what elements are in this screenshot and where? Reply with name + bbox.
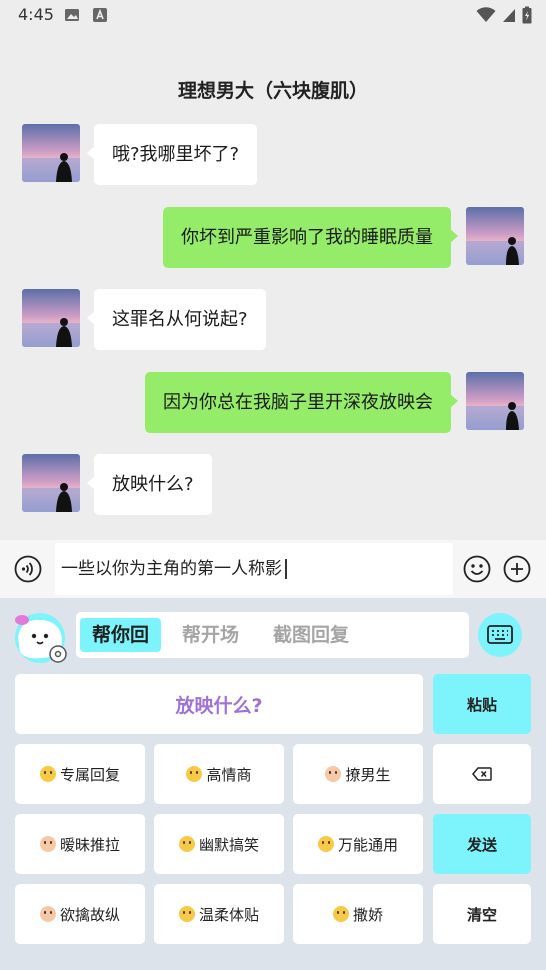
more-plus-icon[interactable] (503, 555, 531, 583)
message-input-bar: 一些以你为主角的第一人称影 (0, 540, 546, 598)
woman-shrugging-icon (39, 906, 56, 922)
message-row: 因为你总在我脑子里开深夜放映会 (0, 372, 546, 434)
mascot-settings-icon[interactable] (12, 608, 68, 664)
style-label: 撒娇 (352, 905, 383, 924)
keyboard-icon (487, 625, 513, 644)
tab-screenshot-reply[interactable]: 截图回复 (261, 618, 361, 652)
style-label: 欲擒故纵 (59, 905, 120, 924)
contact-avatar[interactable] (22, 124, 80, 182)
style-ambiguous-push-pull-button[interactable]: 暧昧推拉 (15, 814, 145, 874)
signal-icon (503, 9, 515, 22)
incoming-message-bubble[interactable]: 放映什么? (87, 454, 212, 515)
style-label: 万能通用 (337, 835, 398, 854)
woman-tipping-hand-icon (325, 766, 342, 782)
chat-message-list[interactable]: 哦?我哪里坏了? 你坏到严重影响了我的睡眠质量 这罪名从何说起? 因为你总在我脑… (0, 115, 546, 540)
style-exclusive-reply-button[interactable]: 专属回复 (15, 744, 145, 804)
grin-squint-emoji-icon (317, 836, 334, 852)
send-button[interactable]: 发送 (433, 814, 531, 874)
style-label: 温柔体贴 (198, 905, 259, 924)
grin-emoji-icon (39, 766, 56, 782)
message-row: 这罪名从何说起? (0, 289, 546, 351)
style-humor-button[interactable]: 幽默搞笑 (154, 814, 284, 874)
outgoing-message-bubble[interactable]: 你坏到严重影响了我的睡眠质量 (163, 207, 458, 268)
contact-avatar[interactable] (22, 454, 80, 512)
style-gentle-button[interactable]: 温柔体贴 (154, 884, 284, 944)
message-input-text: 一些以你为主角的第一人称影 (61, 559, 282, 579)
suggested-reply-button[interactable]: 放映什么? (15, 674, 423, 734)
style-label: 幽默搞笑 (198, 835, 259, 854)
emoji-picker-icon[interactable] (463, 555, 491, 583)
status-time: 4:45 (18, 5, 54, 24)
tab-help-reply[interactable]: 帮你回 (80, 618, 162, 652)
message-row: 你坏到严重影响了我的睡眠质量 (0, 207, 546, 269)
backspace-icon (472, 767, 492, 781)
style-label: 暧昧推拉 (59, 835, 120, 854)
style-label: 专属回复 (59, 765, 120, 784)
style-hard-to-get-button[interactable]: 欲擒故纵 (15, 884, 145, 944)
text-caret (285, 559, 287, 579)
chat-title: 理想男大（六块腹肌） (177, 80, 368, 102)
wifi-icon (476, 7, 496, 22)
my-avatar[interactable] (466, 207, 524, 265)
smiling-blush-emoji-icon (178, 906, 195, 922)
backspace-button[interactable] (433, 744, 531, 804)
ai-reply-keyboard: 帮你回 帮开场 截图回复 放映什么? 粘贴 专属回复 高情商 撩男生 暧昧推拉 … (0, 598, 546, 970)
style-universal-button[interactable]: 万能通用 (293, 814, 423, 874)
reply-mode-tabs: 帮你回 帮开场 截图回复 (76, 612, 469, 658)
incoming-message-bubble[interactable]: 哦?我哪里坏了? (86, 124, 258, 185)
my-avatar[interactable] (466, 372, 524, 430)
style-label: 撩男生 (345, 765, 391, 784)
incoming-message-bubble[interactable]: 这罪名从何说起? (87, 289, 266, 350)
status-bar: 4:45 (0, 0, 546, 30)
tongue-wink-emoji-icon (178, 836, 195, 852)
contact-avatar[interactable] (22, 289, 80, 347)
battery-charging-icon (522, 6, 532, 24)
tab-opener[interactable]: 帮开场 (170, 618, 251, 652)
smile-emoji-icon (332, 906, 349, 922)
style-high-eq-button[interactable]: 高情商 (154, 744, 284, 804)
style-label: 高情商 (206, 765, 252, 784)
outgoing-message-bubble[interactable]: 因为你总在我脑子里开深夜放映会 (145, 372, 458, 433)
style-cute-button[interactable]: 撒娇 (293, 884, 423, 944)
star-struck-emoji-icon (186, 766, 203, 782)
clear-button[interactable]: 清空 (433, 884, 531, 944)
style-flirt-button[interactable]: 撩男生 (293, 744, 423, 804)
message-row: 哦?我哪里坏了? (0, 124, 546, 186)
message-row: 放映什么? (0, 454, 546, 516)
switch-keyboard-button[interactable] (478, 613, 522, 657)
voice-input-icon[interactable] (14, 555, 42, 583)
kissing-couple-icon (39, 836, 56, 852)
image-notification-icon (65, 9, 79, 21)
message-input[interactable]: 一些以你为主角的第一人称影 (55, 543, 453, 595)
app-notification-icon (93, 8, 107, 22)
paste-button[interactable]: 粘贴 (433, 674, 531, 734)
